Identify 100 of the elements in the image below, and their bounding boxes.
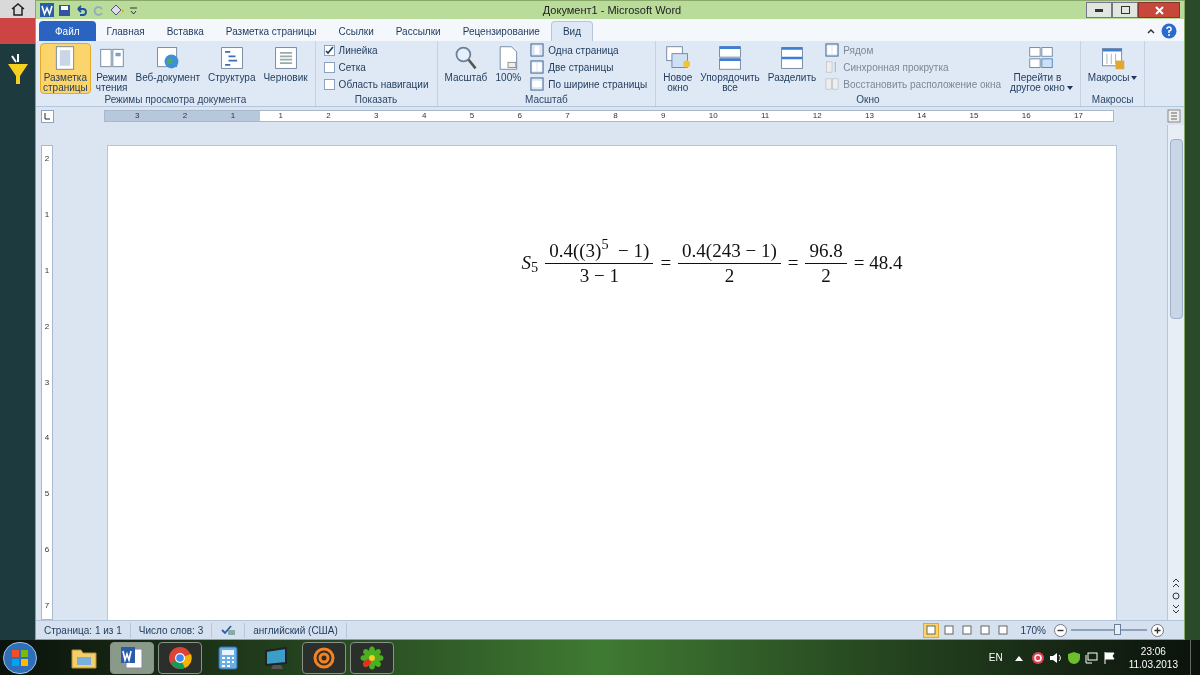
ribbon-button[interactable]: По ширине страницы: [530, 77, 648, 91]
ruler-number: 13: [864, 111, 874, 121]
denominator: 3 − 1: [579, 263, 619, 288]
checkbox-option[interactable]: Сетка: [323, 60, 429, 74]
numerator: 96.8: [805, 238, 847, 264]
group-label: Окно: [855, 94, 881, 106]
ribbon-button[interactable]: Черновик: [260, 43, 311, 84]
denominator: 2: [821, 263, 831, 288]
group-label: Масштаб: [523, 94, 569, 106]
window-title: Документ1 - Microsoft Word: [541, 2, 683, 18]
view-mode-button[interactable]: [923, 622, 940, 638]
ribbon-tab[interactable]: Ссылки: [327, 21, 385, 41]
checkbox[interactable]: [323, 44, 335, 56]
ruler-number: 8: [613, 111, 618, 121]
ruler-number: 6: [44, 545, 50, 556]
zoom-slider-thumb[interactable]: [1114, 624, 1122, 635]
input-language[interactable]: EN: [988, 650, 1003, 665]
at-sign-icon: [312, 645, 336, 670]
minimize-icon: [1095, 8, 1103, 12]
ribbon-button[interactable]: Разделить: [764, 43, 820, 84]
zoom-in-icon[interactable]: [1151, 623, 1164, 637]
ruler-number: 14: [917, 111, 927, 121]
ribbon-button[interactable]: Перейти в другое окно: [1007, 43, 1076, 94]
ruler-toggle-icon[interactable]: [1167, 109, 1181, 123]
scroll-thumb[interactable]: [1169, 139, 1183, 319]
ruler-number: 3: [135, 111, 140, 121]
ruler-number: 7: [44, 601, 50, 611]
ruler-number: 2: [326, 111, 331, 121]
tray-expand-icon[interactable]: [1014, 654, 1023, 661]
page-icon: [962, 625, 973, 635]
save-icon[interactable]: [58, 3, 71, 17]
zoom-slider-track[interactable]: [1071, 624, 1147, 636]
word-count[interactable]: Число слов: 3: [130, 622, 213, 638]
language-status[interactable]: английский (США): [244, 622, 347, 638]
ribbon-button[interactable]: Одна страница: [530, 43, 648, 57]
tab-stop-icon[interactable]: [41, 109, 54, 123]
speaker-icon[interactable]: [1048, 650, 1063, 665]
close-button[interactable]: [1138, 2, 1180, 18]
taskbar-app[interactable]: [350, 641, 394, 674]
vertical-scrollbar[interactable]: [1167, 125, 1184, 620]
maximize-button[interactable]: [1112, 2, 1138, 18]
checkbox-option[interactable]: Линейка: [323, 43, 429, 57]
ribbon-button[interactable]: Разметка страницы: [40, 43, 91, 94]
zoom-level[interactable]: 170%: [1020, 622, 1046, 638]
browser-tab-strip: [0, 18, 35, 44]
close-icon: [1154, 5, 1164, 15]
page-icon: [926, 625, 937, 635]
ribbon-button[interactable]: 100%: [492, 43, 525, 84]
ribbon-button[interactable]: Макросы: [1084, 43, 1141, 84]
ribbon-tab[interactable]: Вставка: [155, 21, 215, 41]
target-icon[interactable]: [1030, 650, 1045, 665]
clock-time: 23:06: [1140, 644, 1166, 658]
taskbar-app[interactable]: [158, 641, 202, 674]
checkbox[interactable]: [323, 78, 335, 90]
page-icon: [980, 625, 991, 635]
equation-term: S$_{5}$: [521, 250, 539, 278]
ruler-number: 3: [374, 111, 379, 121]
ribbon-tab[interactable]: Рассылки: [384, 21, 452, 41]
ribbon-tab[interactable]: Главная: [95, 21, 156, 41]
file-tab[interactable]: Файл: [39, 21, 96, 41]
ribbon-button[interactable]: Структура: [205, 43, 259, 84]
home-icon[interactable]: [10, 2, 25, 16]
taskbar-app[interactable]: [110, 641, 154, 674]
flag-icon[interactable]: [1102, 650, 1117, 665]
checkbox-option[interactable]: Область навигации: [323, 77, 429, 91]
ribbon-tab[interactable]: Вид: [550, 21, 593, 41]
restore-icon: [1120, 6, 1130, 14]
app-icon[interactable]: [40, 3, 54, 17]
minimize-button[interactable]: [1086, 2, 1112, 18]
folder-icon: [71, 646, 97, 669]
ribbon-button[interactable]: Две страницы: [530, 60, 648, 74]
page-count[interactable]: Страница: 1 из 1: [36, 622, 131, 638]
shield-icon[interactable]: [1066, 650, 1081, 665]
zoom-out-icon[interactable]: [1054, 623, 1067, 637]
ruler-number: 12: [812, 111, 822, 121]
ruler-number: 1: [278, 111, 283, 121]
clock[interactable]: 23:06 11.03.2013: [1128, 644, 1178, 671]
ruler-number: 4: [421, 111, 427, 121]
network-icon[interactable]: [1084, 650, 1099, 665]
checkbox[interactable]: [323, 61, 335, 73]
ribbon-tab[interactable]: Разметка страницы: [214, 21, 328, 41]
ribbon-button[interactable]: Веб-документ: [132, 43, 203, 84]
ruler-number: 10: [708, 111, 718, 121]
start-button[interactable]: [3, 641, 37, 674]
proofing-icon[interactable]: [220, 624, 237, 636]
ruler-number: 5: [44, 489, 50, 500]
ribbon-button[interactable]: Упорядочить все: [697, 43, 763, 94]
flower-icon: [360, 645, 384, 670]
page-browse-icon[interactable]: [1171, 576, 1181, 616]
ribbon-tab[interactable]: Рецензирование: [451, 21, 551, 41]
help-icon[interactable]: [1161, 23, 1177, 39]
ribbon-button[interactable]: Масштаб: [441, 43, 491, 84]
ribbon-button[interactable]: Новое окно: [660, 43, 696, 94]
caret-icon: [1131, 76, 1138, 80]
group-label: Макросы: [1090, 94, 1135, 106]
ruler-number: 7: [565, 111, 570, 121]
group-label: Режимы просмотра документа: [103, 94, 248, 106]
undo-icon[interactable]: [75, 3, 88, 17]
ribbon-button[interactable]: Режим чтения: [92, 43, 131, 94]
caret-icon: [1066, 86, 1073, 90]
